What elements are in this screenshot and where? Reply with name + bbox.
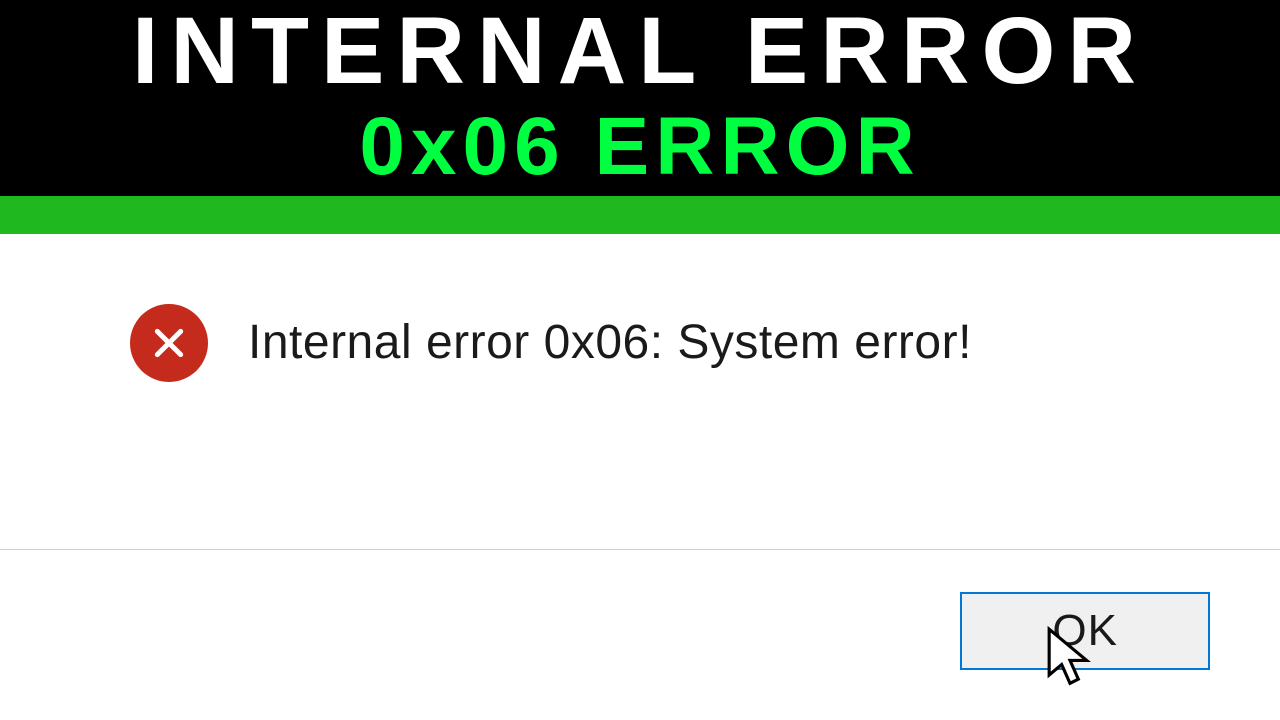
error-icon: [130, 304, 208, 382]
error-message-text: Internal error 0x06: System error!: [248, 315, 972, 370]
banner-line2: 0x06 ERROR: [0, 102, 1280, 196]
button-row: OK: [960, 592, 1210, 670]
message-row: Internal error 0x06: System error!: [0, 234, 1280, 382]
ok-button[interactable]: OK: [960, 592, 1210, 670]
title-banner: INTERNAL ERROR 0x06 ERROR: [0, 0, 1280, 196]
green-divider-stripe: [0, 196, 1280, 234]
banner-line1: INTERNAL ERROR: [0, 0, 1280, 102]
dialog-divider: [0, 549, 1280, 550]
error-dialog: Internal error 0x06: System error! OK: [0, 234, 1280, 720]
